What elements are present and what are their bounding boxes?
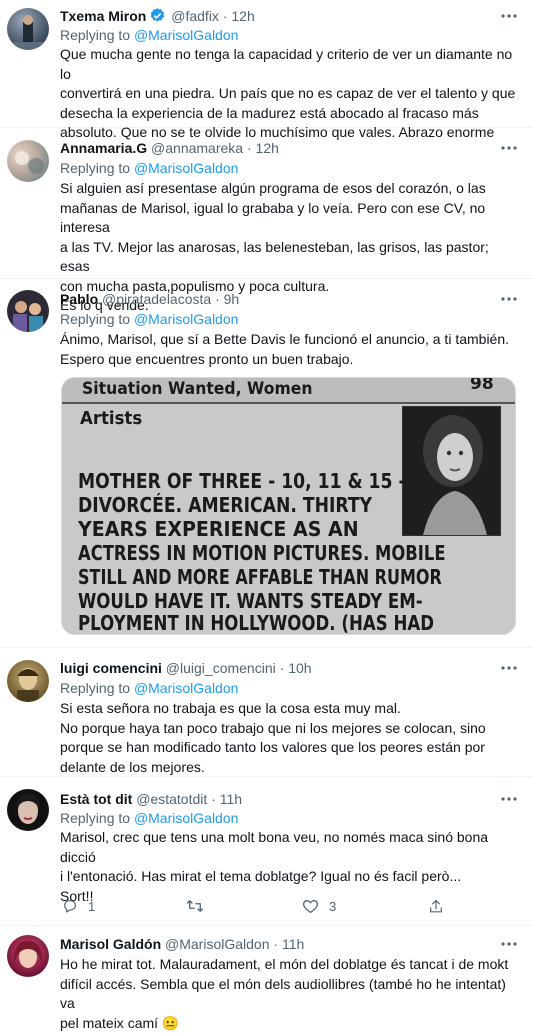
replying-to-label: Replying to — [60, 680, 131, 696]
author-handle[interactable]: @annamareka — [151, 140, 243, 156]
author-name[interactable]: luigi comencini — [60, 660, 162, 676]
more-icon[interactable] — [499, 659, 519, 677]
avatar[interactable] — [7, 290, 49, 332]
tweet-text: Ánimo, Marisol, que sí a Bette Davis le … — [60, 331, 510, 367]
author-handle[interactable]: @estatotdit — [136, 791, 207, 807]
clipping-line-6: WOULD HAVE IT. WANTS STEADY EM- — [78, 589, 423, 613]
clipping-header: Situation Wanted, Women — [82, 379, 313, 399]
author-name[interactable]: Pablo — [60, 291, 98, 307]
clipping-portrait — [402, 406, 501, 536]
avatar[interactable] — [7, 8, 49, 50]
avatar-image — [15, 793, 41, 824]
tweet-marisol-galdon[interactable]: Marisol Galdón @MarisolGaldon · 11h Ho h… — [0, 926, 533, 1031]
author-name[interactable]: Txema Miron — [60, 8, 146, 24]
tweet-text: Marisol, crec que tens una molt bona veu… — [60, 829, 489, 904]
avatar[interactable] — [7, 140, 49, 182]
more-icon[interactable] — [499, 790, 519, 808]
share-icon — [430, 899, 442, 913]
more-icon[interactable] — [499, 290, 519, 308]
timestamp[interactable]: 11h — [220, 791, 242, 807]
retweet-icon — [186, 900, 204, 912]
author-handle[interactable]: @luigi_comencini — [166, 660, 276, 676]
like-count: 3 — [329, 898, 337, 914]
tweet-annamaria[interactable]: Annamaria.G @annamareka · 12h Replying t… — [0, 128, 533, 313]
replying-to: Replying to @MarisolGaldon — [60, 310, 238, 329]
timestamp[interactable]: 11h — [282, 936, 304, 952]
avatar-image — [15, 151, 44, 174]
clipping-line-2: DIVORCÉE. AMERICAN. THIRTY — [78, 493, 373, 517]
separator-dot: · — [273, 936, 279, 952]
separator-dot: · — [222, 8, 228, 24]
separator-dot: · — [279, 660, 285, 676]
author-handle[interactable]: @piratadelacosta — [102, 291, 211, 307]
author-name[interactable]: Annamaria.G — [60, 140, 147, 156]
avatar-image — [13, 301, 43, 332]
more-icon[interactable] — [499, 139, 519, 157]
timestamp[interactable]: 12h — [256, 140, 279, 156]
more-icon[interactable] — [499, 7, 519, 25]
reply-count: 1 — [88, 898, 96, 914]
more-icon[interactable] — [499, 935, 519, 953]
mention-link[interactable]: @MarisolGaldon — [134, 810, 238, 826]
replying-to-label: Replying to — [60, 27, 131, 43]
mention-link[interactable]: @MarisolGaldon — [134, 27, 238, 43]
author-handle[interactable]: @MarisolGaldon — [165, 936, 269, 952]
timestamp[interactable]: 9h — [224, 291, 240, 307]
clipping-section: Artists — [80, 408, 143, 429]
tweet-txema-miron[interactable]: Txema Miron @fadfix · 12h Replying to @M… — [0, 0, 533, 140]
author-name[interactable]: Està tot dit — [60, 791, 132, 807]
separator-dot: · — [211, 791, 216, 807]
tweet-text: Ho he mirat tot. Malauradament, el món d… — [60, 956, 509, 1031]
reply-button[interactable]: 1 — [62, 898, 95, 914]
avatar-image — [13, 941, 43, 968]
clipping-line-7: PLOYMENT IN HOLLYWOOD. (HAS HAD — [78, 611, 434, 635]
mention-link[interactable]: @MarisolGaldon — [134, 680, 238, 696]
avatar[interactable] — [7, 935, 49, 977]
clipping-line-4: ACTRESS IN MOTION PICTURES. MOBILE — [78, 541, 446, 565]
replying-to-label: Replying to — [60, 810, 131, 826]
like-button[interactable]: 3 — [302, 898, 336, 914]
separator-dot: · — [215, 291, 220, 307]
replying-to-label: Replying to — [60, 311, 131, 327]
clipping-line-5: STILL AND MORE AFFABLE THAN RUMOR — [78, 565, 442, 589]
reply-icon — [64, 900, 76, 913]
timestamp[interactable]: 10h — [288, 660, 311, 676]
avatar-image — [7, 15, 49, 50]
retweet-button[interactable] — [186, 898, 214, 914]
author-handle[interactable]: @fadfix — [171, 8, 219, 24]
clipping-line-1: MOTHER OF THREE - 10, 11 & 15 - — [78, 469, 406, 493]
replying-to: Replying to @MarisolGaldon — [60, 159, 238, 178]
like-icon — [302, 900, 319, 914]
replying-to: Replying to @MarisolGaldon — [60, 809, 238, 828]
tweet-luigi-comencini[interactable]: luigi comencini @luigi_comencini · 10h R… — [0, 648, 533, 777]
replying-to-label: Replying to — [60, 160, 131, 176]
avatar[interactable] — [7, 660, 49, 702]
portrait-photo — [423, 415, 487, 535]
replying-to: Replying to @MarisolGaldon — [60, 679, 238, 698]
avatar[interactable] — [7, 789, 49, 831]
author-name[interactable]: Marisol Galdón — [60, 936, 161, 952]
clipping-page-number: 98 — [470, 377, 494, 394]
replying-to: Replying to @MarisolGaldon — [60, 26, 238, 45]
mention-link[interactable]: @MarisolGaldon — [134, 311, 238, 327]
timestamp[interactable]: 12h — [231, 8, 254, 24]
clipping-line-3: YEARS EXPERIENCE AS AN — [78, 517, 359, 541]
verified-icon — [151, 8, 165, 22]
tweet-text: Si esta señora no trabaja es que la cosa… — [60, 700, 486, 775]
avatar-image — [17, 668, 39, 702]
share-button[interactable] — [428, 898, 444, 915]
separator-dot: · — [246, 140, 252, 156]
newspaper-clipping-image[interactable]: Situation Wanted, Women 98 Artists MOTHE… — [61, 377, 516, 635]
mention-link[interactable]: @MarisolGaldon — [134, 160, 238, 176]
